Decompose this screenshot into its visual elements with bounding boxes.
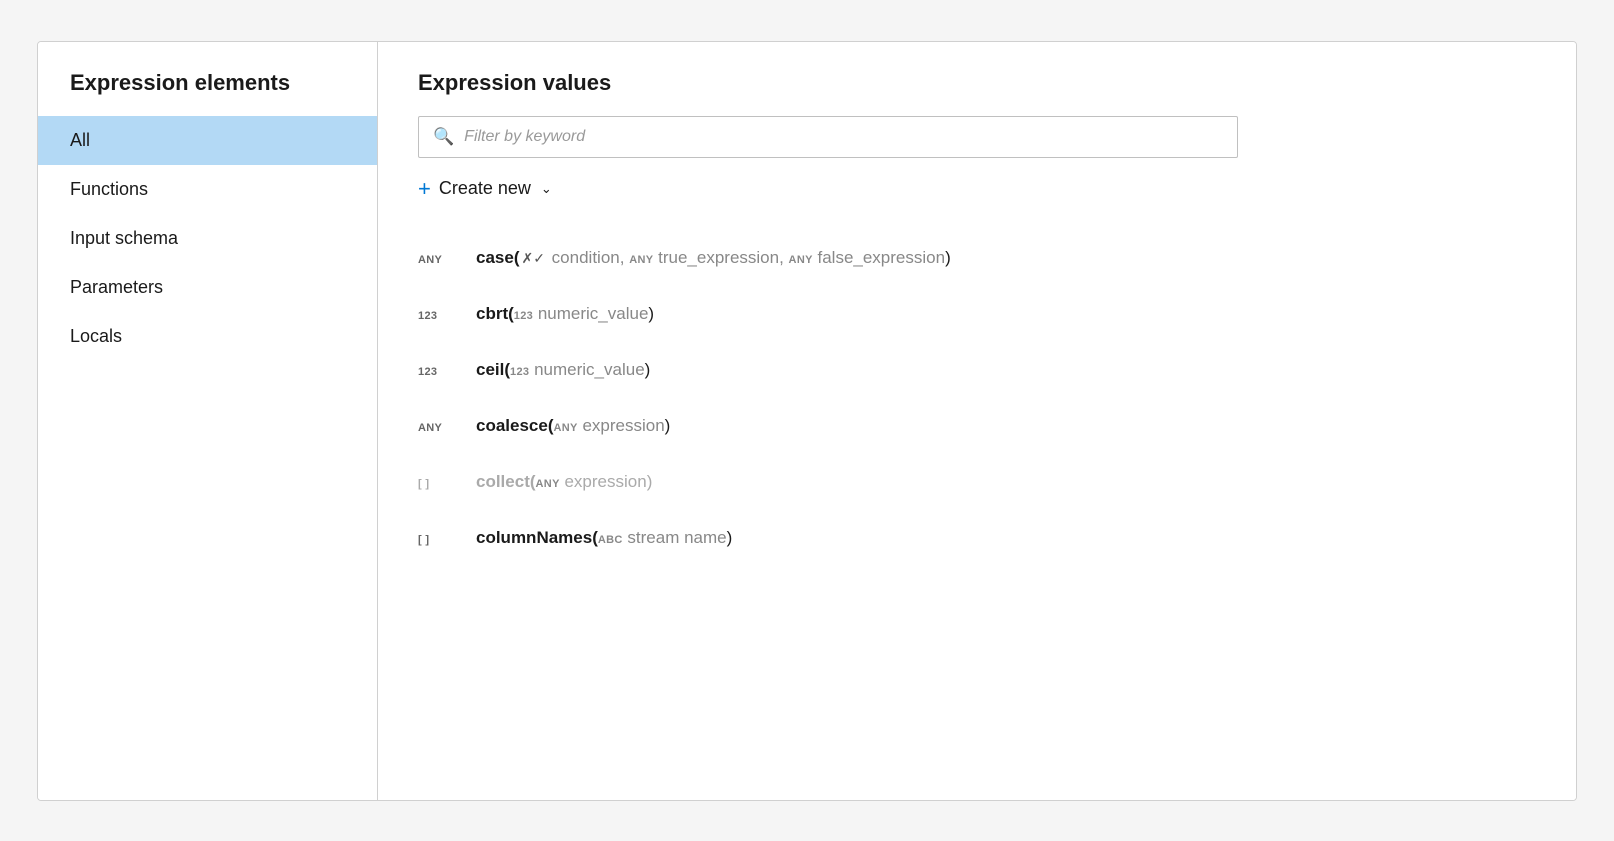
function-sig-coalesce: coalesce(ANY expression): [476, 416, 670, 436]
function-item-collect[interactable]: [ ] collect(ANY expression): [418, 454, 1536, 510]
search-icon: 🔍: [433, 127, 454, 147]
nav-item-all[interactable]: All: [38, 116, 377, 165]
left-panel-title: Expression elements: [38, 70, 377, 116]
create-new-label: Create new: [439, 178, 531, 199]
expression-elements-nav: All Functions Input schema Parameters Lo…: [38, 116, 377, 361]
function-item-ceil[interactable]: 123 ceil(123 numeric_value): [418, 342, 1536, 398]
function-item-cbrt[interactable]: 123 cbrt(123 numeric_value): [418, 286, 1536, 342]
function-item-case[interactable]: ANY case(✗✓ condition, ANY true_expressi…: [418, 230, 1536, 286]
expression-builder-panel: Expression elements All Functions Input …: [37, 41, 1577, 801]
function-sig-collect: collect(ANY expression): [476, 472, 652, 492]
function-sig-ceil: ceil(123 numeric_value): [476, 360, 650, 380]
type-badge-cbrt: 123: [418, 310, 466, 322]
type-badge-collect: [ ]: [418, 478, 466, 490]
nav-item-parameters[interactable]: Parameters: [38, 263, 377, 312]
chevron-down-icon: ⌄: [541, 181, 552, 197]
nav-item-functions[interactable]: Functions: [38, 165, 377, 214]
nav-item-locals[interactable]: Locals: [38, 312, 377, 361]
expression-values-panel: Expression values 🔍 + Create new ⌄ ANY c…: [378, 42, 1576, 800]
expression-elements-panel: Expression elements All Functions Input …: [38, 42, 378, 800]
function-item-coalesce[interactable]: ANY coalesce(ANY expression): [418, 398, 1536, 454]
function-sig-cbrt: cbrt(123 numeric_value): [476, 304, 654, 324]
plus-icon: +: [418, 178, 431, 200]
nav-item-input-schema[interactable]: Input schema: [38, 214, 377, 263]
type-badge-coalesce: ANY: [418, 422, 466, 434]
function-sig-case: case(✗✓ condition, ANY true_expression, …: [476, 248, 951, 268]
function-list: ANY case(✗✓ condition, ANY true_expressi…: [418, 230, 1536, 566]
type-badge-case: ANY: [418, 254, 466, 266]
search-input[interactable]: [464, 128, 1223, 146]
search-bar: 🔍: [418, 116, 1238, 158]
function-sig-columnnames: columnNames(abc stream name): [476, 528, 732, 548]
type-badge-ceil: 123: [418, 366, 466, 378]
function-item-columnnames[interactable]: [ ] columnNames(abc stream name): [418, 510, 1536, 566]
create-new-button[interactable]: + Create new ⌄: [418, 178, 1536, 200]
type-badge-columnnames: [ ]: [418, 534, 466, 546]
right-panel-title: Expression values: [418, 70, 1536, 96]
